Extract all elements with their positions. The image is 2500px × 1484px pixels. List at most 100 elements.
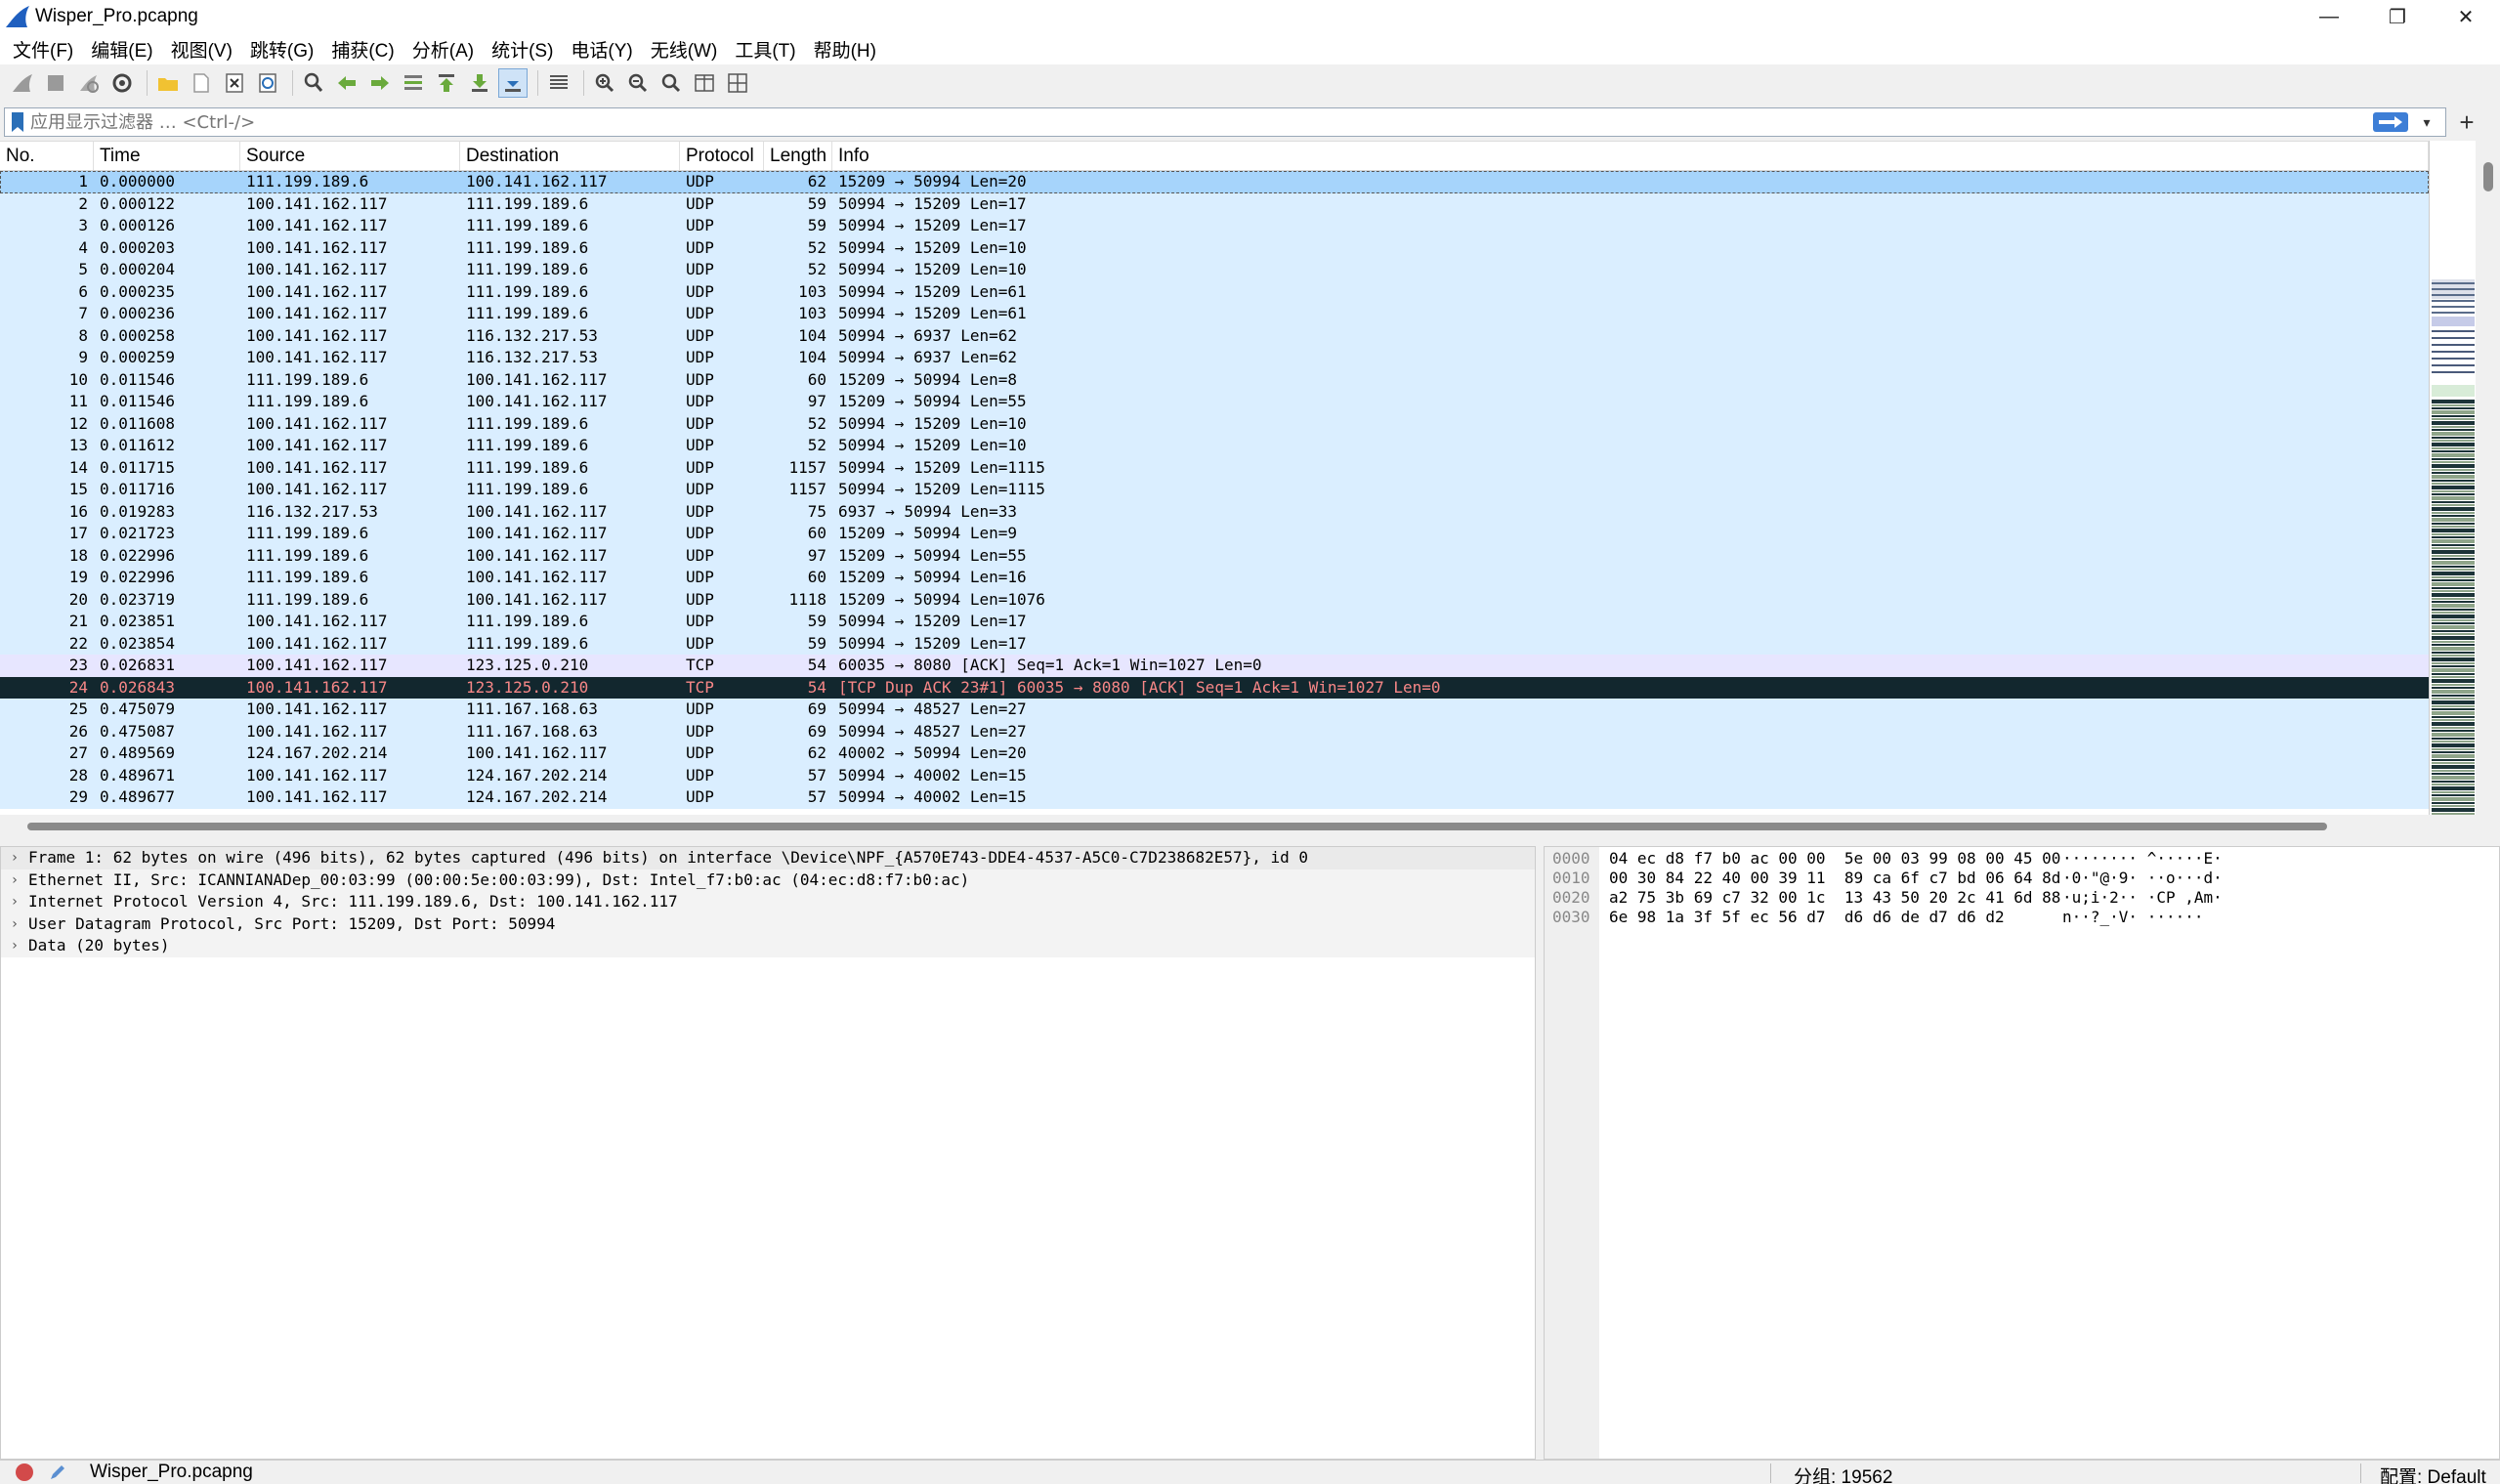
reload-file-button[interactable] [253, 68, 282, 98]
menu-view[interactable]: 视图(V) [164, 36, 243, 63]
packet-row[interactable]: 28 0.489671 100.141.162.117 124.167.202.214… [0, 764, 2429, 786]
column-header-no[interactable]: No. [0, 142, 94, 170]
byte-hex[interactable]: 04 ec d8 f7 b0 ac 00 00 5e 00 03 99 08 0… [1609, 849, 2060, 869]
save-file-button[interactable] [187, 68, 216, 98]
vertical-scroll-thumb[interactable] [2483, 162, 2493, 191]
packet-row[interactable]: 26 0.475087 100.141.162.117 111.167.168.63 U… [0, 720, 2429, 742]
packet-row[interactable]: 10 0.011546 111.199.189.6 100.141.162.117 UD… [0, 368, 2429, 391]
restore-button[interactable]: ❐ [2363, 0, 2432, 33]
byte-hex[interactable]: a2 75 3b 69 c7 32 00 1c 13 43 50 20 2c 4… [1609, 888, 2060, 908]
open-file-button[interactable] [153, 68, 183, 98]
packet-row[interactable]: 21 0.023851 100.141.162.117 111.199.189.6 UD… [0, 611, 2429, 633]
packet-row[interactable]: 4 0.000203 100.141.162.117 111.199.189.6 UDP… [0, 236, 2429, 259]
detail-frame[interactable]: › Frame 1: 62 bytes on wire (496 bits), … [1, 847, 1535, 869]
detail-ipv4[interactable]: › Internet Protocol Version 4, Src: 111.… [1, 891, 1535, 913]
zoom-out-button[interactable] [623, 68, 653, 98]
column-header-length[interactable]: Length [764, 142, 832, 170]
byte-hex[interactable]: 6e 98 1a 3f 5f ec 56 d7 d6 d6 de d7 d6 d… [1609, 908, 2005, 927]
packet-row[interactable]: 5 0.000204 100.141.162.117 111.199.189.6 UDP… [0, 259, 2429, 281]
chevron-right-icon[interactable]: › [1, 869, 28, 892]
last-packet-button[interactable] [465, 68, 494, 98]
horizontal-scroll-thumb[interactable] [27, 823, 2327, 830]
menu-tools[interactable]: 工具(T) [728, 36, 806, 63]
minimize-button[interactable]: — [2295, 0, 2363, 33]
packet-minimap[interactable] [2429, 141, 2476, 815]
go-back-button[interactable] [332, 68, 361, 98]
packet-row[interactable]: 2 0.000122 100.141.162.117 111.199.189.6 UDP… [0, 192, 2429, 215]
find-packet-button[interactable] [299, 68, 328, 98]
detail-data[interactable]: › Data (20 bytes) [1, 935, 1535, 957]
detail-udp[interactable]: › User Datagram Protocol, Src Port: 1520… [1, 912, 1535, 936]
packet-list-horizontal-scrollbar[interactable] [0, 815, 2476, 836]
menu-wireless[interactable]: 无线(W) [644, 36, 729, 63]
packet-row[interactable]: 9 0.000259 100.141.162.117 116.132.217.53 UD… [0, 347, 2429, 369]
autoscroll-button[interactable] [498, 68, 528, 98]
display-filter-input[interactable] [30, 109, 2355, 135]
first-packet-button[interactable] [432, 68, 461, 98]
menu-capture[interactable]: 捕获(C) [324, 36, 404, 63]
capture-comment-button[interactable] [47, 1462, 68, 1483]
menu-analyze[interactable]: 分析(A) [405, 36, 485, 63]
chevron-right-icon[interactable]: › [1, 847, 28, 869]
chevron-right-icon[interactable]: › [1, 913, 28, 936]
packet-list-vertical-scrollbar[interactable] [2476, 141, 2500, 815]
capture-options-button[interactable] [107, 68, 137, 98]
layout-button[interactable] [723, 68, 752, 98]
column-header-source[interactable]: Source [240, 142, 460, 170]
packet-row[interactable]: 6 0.000235 100.141.162.117 111.199.189.6 UDP… [0, 280, 2429, 303]
column-header-info[interactable]: Info [832, 142, 2429, 170]
packet-row[interactable]: 11 0.011546 111.199.189.6 100.141.162.117 UD… [0, 391, 2429, 413]
close-file-button[interactable] [220, 68, 249, 98]
packet-row[interactable]: 29 0.489677 100.141.162.117 124.167.202.214… [0, 786, 2429, 809]
menu-file[interactable]: 文件(F) [6, 36, 84, 63]
normal-size-button[interactable] [657, 68, 686, 98]
packet-row[interactable]: 25 0.475079 100.141.162.117 111.167.168.63 U… [0, 699, 2429, 721]
menu-help[interactable]: 帮助(H) [807, 36, 887, 63]
resize-columns-button[interactable] [690, 68, 719, 98]
packet-row[interactable]: 3 0.000126 100.141.162.117 111.199.189.6 UDP… [0, 215, 2429, 237]
column-header-protocol[interactable]: Protocol [680, 142, 764, 170]
zoom-in-button[interactable] [590, 68, 619, 98]
expert-info-icon[interactable] [16, 1463, 33, 1481]
packet-row[interactable]: 7 0.000236 100.141.162.117 111.199.189.6 UDP… [0, 303, 2429, 325]
packet-row[interactable]: 23 0.026831 100.141.162.117 123.125.0.210 TC… [0, 655, 2429, 677]
byte-ascii[interactable]: ········ ^·····E· [2062, 849, 2223, 869]
stop-capture-button[interactable] [41, 68, 70, 98]
column-header-time[interactable]: Time [94, 142, 240, 170]
menu-edit[interactable]: 编辑(E) [84, 36, 163, 63]
packet-row[interactable]: 22 0.023854 100.141.162.117 111.199.189.6 UD… [0, 632, 2429, 655]
byte-ascii[interactable]: ·0·"@·9· ··o···d· [2062, 869, 2223, 888]
go-to-packet-button[interactable] [399, 68, 428, 98]
packet-row[interactable]: 13 0.011612 100.141.162.117 111.199.189.6 UD… [0, 435, 2429, 457]
packet-row[interactable]: 1 0.000000 111.199.189.6 100.141.162.117 UDP… [0, 171, 2429, 193]
chevron-right-icon[interactable]: › [1, 891, 28, 913]
packet-row[interactable]: 18 0.022996 111.199.189.6 100.141.162.117 UD… [0, 544, 2429, 567]
filter-bookmark-button[interactable] [5, 108, 30, 136]
packet-row[interactable]: 12 0.011608 100.141.162.117 111.199.189.6 UD… [0, 412, 2429, 435]
colorize-button[interactable] [544, 68, 573, 98]
packet-row[interactable]: 14 0.011715 100.141.162.117 111.199.189.6 UD… [0, 456, 2429, 479]
detail-ethernet[interactable]: › Ethernet II, Src: ICANNIANADep_00:03:9… [1, 869, 1535, 892]
menu-telephony[interactable]: 电话(Y) [564, 36, 643, 63]
apply-filter-button[interactable] [2373, 112, 2408, 132]
packet-row[interactable]: 15 0.011716 100.141.162.117 111.199.189.6 UD… [0, 479, 2429, 501]
packet-row[interactable]: 20 0.023719 111.199.189.6 100.141.162.117 UD… [0, 588, 2429, 611]
menu-statistics[interactable]: 统计(S) [485, 36, 564, 63]
packet-row[interactable]: 24 0.026843 100.141.162.117 123.125.0.210 TC… [0, 676, 2429, 699]
column-header-destination[interactable]: Destination [460, 142, 680, 170]
byte-ascii[interactable]: n··?_·V· ······ [2062, 908, 2204, 927]
filter-history-dropdown[interactable]: ▾ [2414, 110, 2439, 134]
packet-row[interactable]: 19 0.022996 111.199.189.6 100.141.162.117 UD… [0, 567, 2429, 589]
restart-capture-button[interactable] [74, 68, 104, 98]
byte-hex[interactable]: 00 30 84 22 40 00 39 11 89 ca 6f c7 bd 0… [1609, 869, 2060, 888]
menu-go[interactable]: 跳转(G) [243, 36, 324, 63]
close-button[interactable]: ✕ [2432, 0, 2500, 33]
packet-row[interactable]: 8 0.000258 100.141.162.117 116.132.217.53 UD… [0, 324, 2429, 347]
packet-row[interactable]: 27 0.489569 124.167.202.214 100.141.162.117… [0, 742, 2429, 765]
start-capture-button[interactable] [8, 68, 37, 98]
add-filter-button[interactable]: + [2452, 107, 2481, 137]
status-profile[interactable]: 配置: Default [2380, 1463, 2486, 1484]
chevron-right-icon[interactable]: › [1, 935, 28, 957]
byte-ascii[interactable]: ·u;i·2·· ·CP ,Am· [2062, 888, 2223, 908]
go-forward-button[interactable] [365, 68, 395, 98]
